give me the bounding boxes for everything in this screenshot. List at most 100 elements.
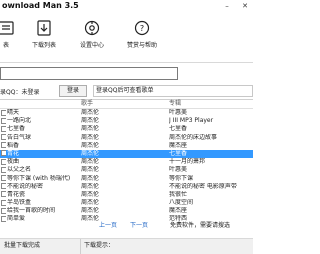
login-button[interactable]: 登录	[59, 85, 87, 97]
song-title-cell: 告白气球	[7, 133, 32, 141]
song-title-cell: 等你下课 (with 杨瑞代)	[7, 174, 71, 182]
checkbox-icon[interactable]	[1, 117, 6, 124]
row-checkbox[interactable]	[1, 158, 6, 166]
window-title: ownload Man 3.5	[2, 1, 79, 10]
song-title-cell: 稻香	[7, 141, 20, 149]
album-cell: 等你下课	[169, 174, 194, 182]
row-checkbox[interactable]	[1, 150, 6, 158]
pager-hint: 免费软件，需要请搜选	[170, 222, 231, 229]
divider	[0, 62, 253, 63]
checkbox-icon[interactable]	[1, 150, 6, 157]
album-cell: 不能说的秘密 电影原声带	[169, 182, 237, 190]
toolbar-download-list-button[interactable]: 下载列表	[24, 20, 64, 49]
search-input[interactable]	[0, 67, 178, 80]
toolbar-help-button[interactable]: ? 赞赏与帮助	[122, 20, 162, 49]
help-icon: ?	[134, 20, 150, 36]
album-cell: J III MP3 Player	[169, 117, 214, 125]
table-row[interactable]: 夜曲 周杰伦 十一月的萧邦	[0, 158, 253, 166]
title-bar: ownload Man 3.5 – ✕	[0, 0, 253, 13]
album-cell: 七里香	[169, 149, 188, 157]
artist-cell: 周杰伦	[81, 141, 100, 149]
artist-cell: 周杰伦	[81, 199, 100, 207]
search-row	[0, 67, 253, 80]
checkbox-icon[interactable]	[1, 175, 6, 181]
status-bar-divider	[80, 239, 81, 254]
checkbox-icon[interactable]	[1, 191, 6, 198]
table-row[interactable]: 告白气球 周杰伦 周杰伦的床边故事	[0, 134, 253, 142]
table-row[interactable]: 七里香 周杰伦 七里香	[0, 125, 253, 133]
toolbar: 表 下载列表 设置中心 ? 赞赏与帮助	[0, 14, 253, 62]
album-cell: 八度空间	[169, 199, 194, 207]
artist-cell: 周杰伦	[81, 166, 100, 174]
status-bar: 批量下载完成 下载提示：	[0, 238, 253, 254]
song-title-cell: 以父之名	[7, 166, 32, 174]
close-button[interactable]: ✕	[240, 2, 250, 11]
minimize-button[interactable]: –	[222, 2, 232, 11]
next-page-link[interactable]: 下一页	[130, 221, 148, 231]
playlist-hint-field: 登录QQ后可查看歌单	[93, 85, 253, 97]
table-row[interactable]: 青花瓷 周杰伦 我很忙	[0, 191, 253, 199]
checkbox-icon[interactable]	[1, 183, 6, 190]
artist-cell: 周杰伦	[81, 174, 100, 182]
settings-icon	[84, 20, 100, 36]
checkbox-icon[interactable]	[1, 109, 6, 116]
checkbox-icon[interactable]	[1, 142, 6, 149]
checkbox-icon[interactable]	[1, 166, 6, 173]
table-row[interactable]: 青花 周杰伦 七里香	[0, 149, 253, 159]
row-checkbox[interactable]	[1, 207, 6, 215]
checkbox-icon[interactable]	[1, 199, 6, 206]
table-row[interactable]: 不能说的秘密 周杰伦 不能说的秘密 电影原声带	[0, 183, 253, 191]
table-row[interactable]: 一路向北 周杰伦 J III MP3 Player	[0, 117, 253, 125]
row-checkbox[interactable]	[1, 134, 6, 142]
prev-page-link[interactable]: 上一页	[99, 221, 117, 231]
song-title-cell: 半岛铁盒	[7, 199, 32, 207]
album-cell: 周杰伦的床边故事	[169, 133, 218, 141]
row-checkbox[interactable]	[1, 199, 6, 207]
row-checkbox[interactable]	[1, 191, 6, 199]
row-checkbox[interactable]	[1, 166, 6, 174]
login-status-row: 录QQ：未登录 登录 登录QQ后可查看歌单	[0, 84, 253, 97]
artist-cell: 周杰伦	[81, 125, 100, 133]
table-row[interactable]: 晴天 周杰伦 叶惠美	[0, 109, 253, 117]
artist-cell: 周杰伦	[81, 207, 100, 215]
song-title-cell: 夜曲	[7, 158, 20, 166]
toolbar-label: 赞赏与帮助	[126, 42, 157, 49]
song-title-cell: 青花瓷	[7, 190, 26, 198]
table-row[interactable]: 给我一首歌的时间 周杰伦 魔杰座	[0, 207, 253, 215]
row-checkbox[interactable]	[1, 125, 6, 133]
svg-text:?: ?	[140, 24, 144, 33]
pager: 上一页 下一页 免费软件，需要请搜选	[0, 221, 253, 231]
column-header-artist[interactable]: 歌手	[81, 100, 93, 108]
table-row[interactable]: 稻香 周杰伦 魔杰座	[0, 142, 253, 150]
artist-cell: 周杰伦	[81, 182, 100, 190]
toolbar-settings-button[interactable]: 设置中心	[72, 20, 112, 49]
album-cell: 十一月的萧邦	[169, 158, 206, 166]
checkbox-icon[interactable]	[1, 158, 6, 165]
status-bar-left: 批量下载完成	[4, 242, 41, 249]
artist-cell: 周杰伦	[81, 190, 100, 198]
table-row[interactable]: 以父之名 周杰伦 叶惠美	[0, 166, 253, 174]
song-title-cell: 青花	[7, 149, 20, 157]
album-cell: 魔杰座	[169, 141, 188, 149]
column-header-album[interactable]: 专辑	[169, 100, 181, 108]
song-title-cell: 给我一首歌的时间	[7, 207, 56, 215]
checkbox-icon[interactable]	[1, 134, 6, 141]
checkbox-icon[interactable]	[1, 125, 6, 132]
table-row[interactable]: 半岛铁盒 周杰伦 八度空间	[0, 199, 253, 207]
album-cell: 我很忙	[169, 190, 188, 198]
table-row[interactable]: 等你下课 (with 杨瑞代) 周杰伦 等你下课	[0, 175, 253, 183]
row-checkbox[interactable]	[1, 183, 6, 191]
toolbar-playlist-button[interactable]: 表	[0, 20, 26, 49]
album-cell: 叶惠美	[169, 166, 188, 174]
row-checkbox[interactable]	[1, 109, 6, 117]
album-cell: 魔杰座	[169, 207, 188, 215]
row-checkbox[interactable]	[1, 142, 6, 150]
checkbox-icon[interactable]	[1, 207, 6, 214]
artist-cell: 周杰伦	[81, 149, 100, 157]
row-checkbox[interactable]	[1, 117, 6, 125]
toolbar-label: 下载列表	[31, 42, 56, 49]
table-header: 歌手 专辑	[0, 100, 253, 109]
artist-cell: 周杰伦	[81, 158, 100, 166]
row-checkbox[interactable]	[1, 175, 6, 183]
song-title-cell: 不能说的秘密	[7, 182, 44, 190]
